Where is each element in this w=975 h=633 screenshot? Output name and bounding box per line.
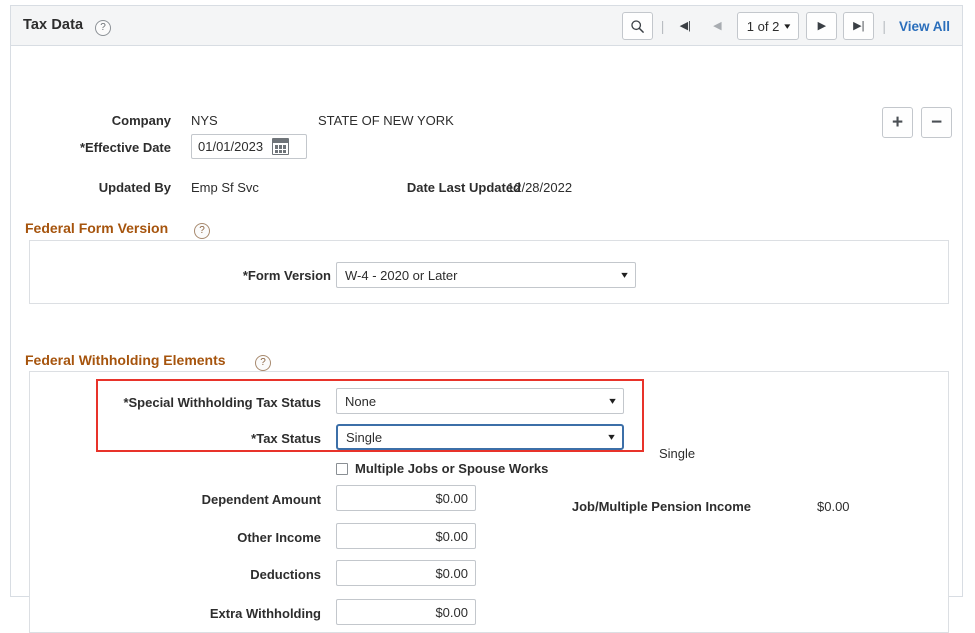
question-circle-icon[interactable]: ? — [255, 355, 271, 371]
special-withholding-tax-status-value: None — [345, 393, 377, 409]
delete-row-button[interactable]: − — [921, 107, 952, 138]
federal-form-version-title: Federal Form Version — [25, 220, 169, 236]
special-withholding-tax-status-select[interactable]: None ▾ — [336, 388, 624, 414]
effective-date-label: *Effective Date — [79, 140, 171, 155]
job-multiple-pension-income-value: $0.00 — [817, 499, 850, 514]
tax-status-select[interactable]: Single ▾ — [336, 424, 624, 450]
first-page-icon: ◀| — [679, 19, 691, 32]
last-page-button[interactable]: ▶| — [843, 12, 875, 40]
chevron-down-icon: ▾ — [609, 395, 616, 407]
multiple-jobs-checkbox[interactable] — [336, 462, 348, 475]
federal-withholding-elements-title: Federal Withholding Elements — [25, 352, 226, 368]
extra-withholding-label: Extra Withholding — [209, 606, 321, 621]
page-title: Tax Data — [23, 17, 84, 33]
special-withholding-tax-status-label: *Special Withholding Tax Status — [123, 395, 321, 410]
company-value: NYS — [191, 113, 218, 128]
form-version-select[interactable]: W-4 - 2020 or Later ▾ — [336, 262, 636, 288]
deductions-input[interactable]: $0.00 — [336, 560, 476, 586]
page-header: Tax Data ? | ◀| ◀ 1 of 2 ▾ ▶ ▶| | View A… — [11, 6, 962, 46]
tax-status-readonly-value: Single — [659, 446, 696, 461]
page-indicator-select[interactable]: 1 of 2 ▾ — [737, 12, 800, 40]
last-page-icon: ▶| — [853, 19, 865, 32]
previous-page-icon: ◀ — [713, 19, 722, 32]
tax-data-page: Tax Data ? | ◀| ◀ 1 of 2 ▾ ▶ ▶| | View A… — [10, 5, 963, 633]
form-version-label: *Form Version — [242, 268, 331, 283]
tax-status-label: *Tax Status — [251, 431, 321, 446]
job-multiple-pension-income-label: Job/Multiple Pension Income — [571, 499, 751, 514]
deductions-label: Deductions — [250, 567, 321, 582]
add-row-button[interactable]: + — [882, 107, 913, 138]
first-page-button[interactable]: ◀| — [672, 12, 698, 40]
question-circle-icon[interactable]: ? — [95, 20, 111, 36]
calendar-icon[interactable] — [272, 138, 289, 155]
multiple-jobs-label: Multiple Jobs or Spouse Works — [355, 461, 549, 476]
chevron-down-icon: ▾ — [621, 269, 628, 281]
form-version-value: W-4 - 2020 or Later — [345, 267, 458, 283]
next-page-icon: ▶ — [817, 19, 827, 32]
search-icon — [630, 19, 644, 33]
effective-date-field[interactable]: 01/01/2023 — [191, 134, 307, 159]
row-action-buttons: + − — [882, 107, 952, 138]
question-circle-icon[interactable]: ? — [194, 223, 210, 239]
company-label: Company — [111, 113, 171, 128]
date-last-updated-value: 12/28/2022 — [507, 180, 573, 195]
other-income-value: $0.00 — [435, 528, 468, 544]
chevron-down-icon: ▾ — [608, 431, 615, 443]
multiple-jobs-checkbox-row[interactable]: Multiple Jobs or Spouse Works — [336, 461, 548, 476]
view-all-link[interactable]: View All — [899, 19, 950, 34]
extra-withholding-input[interactable]: $0.00 — [336, 599, 476, 625]
toolbar-separator-right: | — [882, 18, 886, 34]
page-indicator-label: 1 of 2 — [746, 18, 780, 34]
previous-page-button[interactable]: ◀ — [704, 12, 730, 40]
search-button[interactable] — [621, 12, 653, 40]
updated-by-value: Emp Sf Svc — [191, 180, 259, 195]
other-income-input[interactable]: $0.00 — [336, 523, 476, 549]
tax-status-value: Single — [346, 429, 383, 445]
effective-date-value: 01/01/2023 — [198, 139, 264, 154]
company-description: STATE OF NEW YORK — [318, 113, 454, 128]
next-page-button[interactable]: ▶ — [806, 12, 838, 40]
chevron-down-icon: ▾ — [784, 20, 791, 31]
date-last-updated-label: Date Last Updated — [406, 180, 521, 195]
other-income-label: Other Income — [237, 530, 321, 545]
pagination-toolbar: | ◀| ◀ 1 of 2 ▾ ▶ ▶| | View All — [619, 11, 952, 41]
updated-by-label: Updated By — [98, 180, 171, 195]
toolbar-separator-left: | — [660, 18, 665, 34]
deductions-value: $0.00 — [435, 565, 468, 581]
extra-withholding-value: $0.00 — [435, 604, 468, 620]
dependent-amount-label: Dependent Amount — [201, 492, 321, 507]
